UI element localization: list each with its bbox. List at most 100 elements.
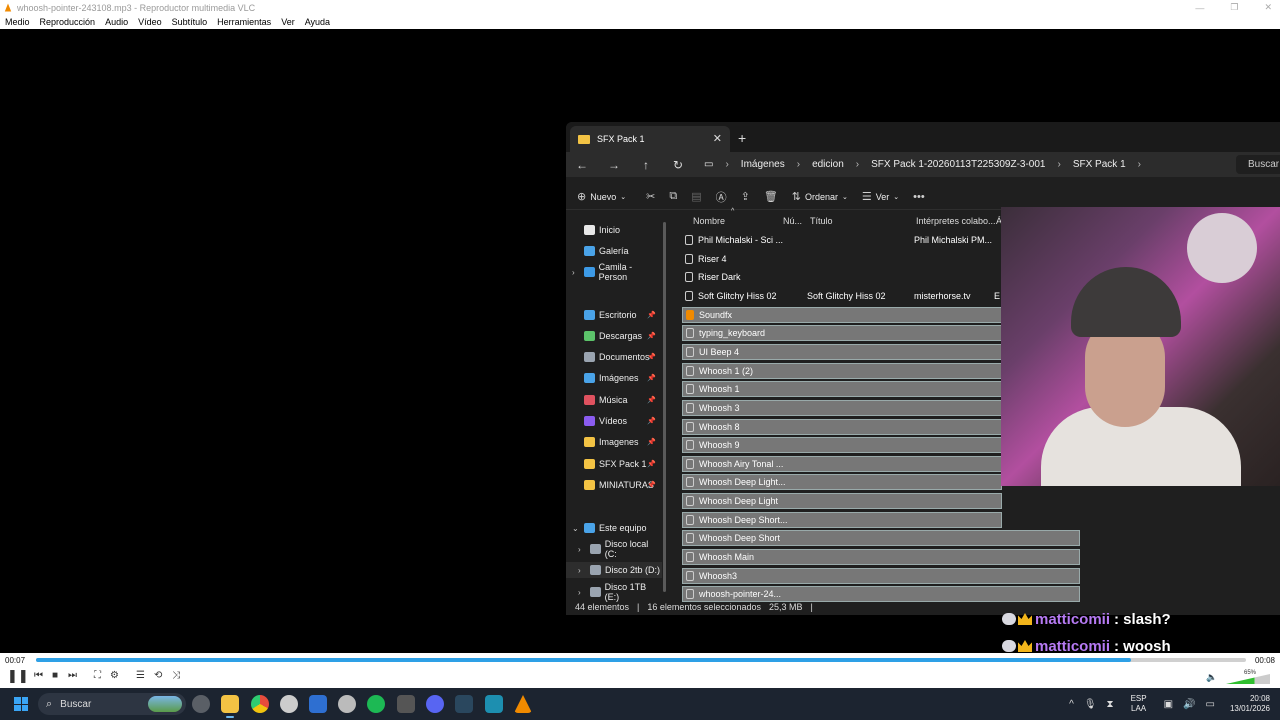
sidebar-item[interactable]: › Disco 1TB (E:)	[566, 582, 662, 602]
chrome-icon[interactable]	[251, 695, 269, 713]
breadcrumb-item[interactable]: SFX Pack 1-20260113T225309Z-3-001	[871, 159, 1045, 170]
volume-icon[interactable]: 🔊	[1183, 699, 1195, 710]
seek-bar[interactable]	[36, 658, 1246, 662]
tab-close-icon[interactable]: ✕	[713, 132, 722, 145]
search-input[interactable]: Buscar e	[1236, 155, 1280, 174]
column-header-artists[interactable]: Intérpretes colabo...	[916, 216, 996, 226]
menu-medio[interactable]: Medio	[0, 17, 35, 27]
sidebar-item[interactable]: MINIATURAS 📌	[566, 477, 662, 493]
menu-reproduccion[interactable]: Reproducción	[35, 17, 101, 27]
sidebar-item[interactable]: Descargas 📌	[566, 328, 662, 344]
breadcrumb-item[interactable]: Imágenes	[741, 159, 785, 170]
file-row[interactable]: Whoosh 3	[682, 399, 1002, 416]
refresh-icon[interactable]: ↻	[662, 158, 694, 172]
settings-app-icon[interactable]	[280, 695, 298, 713]
spotify-icon[interactable]	[367, 695, 385, 713]
language-indicator[interactable]: ESP LAA	[1131, 694, 1147, 714]
editor-app-icon[interactable]	[485, 695, 503, 713]
stop-icon[interactable]: ■	[52, 670, 58, 681]
file-row[interactable]: Soundfx	[682, 306, 1002, 323]
sidebar-item[interactable]: Imagenes 📌	[566, 434, 662, 450]
file-row[interactable]: typing_keyboard	[682, 325, 1002, 342]
file-row[interactable]: Whoosh 9	[682, 437, 1002, 454]
speaker-icon[interactable]: 🔈	[1206, 672, 1217, 683]
playlist-icon[interactable]: ☰	[136, 670, 145, 681]
file-row[interactable]: Whoosh 1	[682, 381, 1002, 398]
breadcrumb-item[interactable]: SFX Pack 1	[1073, 159, 1126, 170]
menu-ver[interactable]: Ver	[276, 17, 300, 27]
rename-icon[interactable]: Ⓐ	[716, 189, 727, 205]
menu-ayuda[interactable]: Ayuda	[300, 17, 335, 27]
chevron-right-icon[interactable]: ›	[578, 566, 590, 575]
sidebar-item[interactable]: Escritorio 📌	[566, 307, 662, 323]
new-tab-icon[interactable]: +	[738, 130, 746, 146]
shuffle-icon[interactable]: ⤨	[172, 670, 180, 681]
discord-icon[interactable]	[426, 695, 444, 713]
forward-icon[interactable]: →	[598, 158, 630, 172]
browser-app-icon[interactable]	[309, 695, 327, 713]
chevron-right-icon[interactable]: ›	[572, 268, 584, 277]
battery-icon[interactable]: ▭	[1206, 699, 1215, 710]
menu-video[interactable]: Vídeo	[133, 17, 167, 27]
sidebar-item[interactable]: Música 📌	[566, 392, 662, 408]
menu-herramientas[interactable]: Herramientas	[212, 17, 276, 27]
chevron-up-icon[interactable]: ^	[1069, 699, 1074, 710]
taskbar-search[interactable]: ⌕ Buscar	[38, 693, 186, 715]
sort-button[interactable]: ⇅ Ordenar ⌄	[792, 190, 848, 203]
explorer-tab[interactable]: SFX Pack 1 ✕	[570, 126, 730, 152]
sidebar-item[interactable]: › Disco 2tb (D:)	[566, 562, 662, 578]
chevron-right-icon[interactable]: ›	[578, 588, 590, 597]
file-explorer-app-icon[interactable]	[221, 695, 239, 718]
sidebar-item[interactable]: ⌄ Este equipo	[566, 520, 662, 536]
column-header-number[interactable]: Nú...	[783, 216, 802, 226]
network-icon[interactable]: ▣	[1164, 699, 1173, 710]
microphone-icon[interactable]: 🎙	[1084, 699, 1097, 710]
share-icon[interactable]: ⇪	[741, 190, 750, 203]
chevron-right-icon[interactable]: ›	[578, 545, 590, 554]
file-row[interactable]: Whoosh Airy Tonal ...	[682, 455, 1002, 472]
cut-icon[interactable]: ✂	[646, 190, 655, 203]
next-icon[interactable]: ⏭	[68, 670, 77, 681]
sidebar-item[interactable]: Documentos 📌	[566, 349, 662, 365]
windows-start-icon[interactable]	[14, 697, 28, 711]
file-row[interactable]: Whoosh 8	[682, 418, 1002, 435]
previous-icon[interactable]: ⏮	[34, 670, 43, 681]
more-options-icon[interactable]: •••	[913, 191, 925, 203]
chevron-down-icon[interactable]: ⌄	[572, 524, 584, 533]
close-icon[interactable]: ✕	[1264, 2, 1272, 13]
media-app-icon[interactable]	[397, 695, 415, 713]
back-icon[interactable]: ←	[566, 158, 598, 172]
breadcrumb-item[interactable]: edicion	[812, 159, 844, 170]
file-row[interactable]: UI Beep 4	[682, 343, 1002, 360]
sidebar-item[interactable]: Inicio	[566, 222, 662, 238]
loop-icon[interactable]: ⟲	[154, 670, 162, 681]
file-row[interactable]: Whoosh3	[682, 567, 1080, 584]
volume-control[interactable]: 🔈 65%	[1206, 670, 1274, 684]
file-row[interactable]: Whoosh Main	[682, 549, 1080, 566]
mixer-icon[interactable]: ⧗	[1107, 699, 1114, 710]
menu-subtitulo[interactable]: Subtítulo	[167, 17, 213, 27]
file-row[interactable]: Whoosh 1 (2)	[682, 362, 1002, 379]
file-row[interactable]: Whoosh Deep Short...	[682, 511, 1002, 528]
copy-icon[interactable]: ⧉	[669, 190, 677, 203]
column-header-name[interactable]: Nombre	[693, 216, 725, 226]
fullscreen-icon[interactable]: ⛶	[94, 670, 101, 681]
sidebar-item[interactable]: › Camila - Person	[566, 262, 662, 282]
chevron-right-icon[interactable]: ›	[1138, 159, 1141, 170]
file-row[interactable]: whoosh-pointer-24...	[682, 586, 1080, 603]
sidebar-item[interactable]: Imágenes 📌	[566, 370, 662, 386]
column-header-title[interactable]: Título	[810, 216, 833, 226]
sidebar-item[interactable]: Vídeos 📌	[566, 413, 662, 429]
view-button[interactable]: ☰ Ver ⌄	[862, 190, 899, 203]
vlc-app-icon[interactable]	[514, 695, 532, 713]
sidebar-item[interactable]: Galería	[566, 243, 662, 259]
menu-audio[interactable]: Audio	[100, 17, 133, 27]
paste-icon[interactable]: ▤	[691, 190, 701, 203]
sidebar-item[interactable]: SFX Pack 1 📌	[566, 456, 662, 472]
file-row[interactable]: Whoosh Deep Light	[682, 493, 1002, 510]
up-icon[interactable]: ↑	[630, 158, 662, 172]
pause-icon[interactable]: ❚❚	[7, 668, 29, 684]
steam-helper-icon[interactable]	[192, 695, 210, 713]
extended-settings-icon[interactable]: ⚙	[110, 670, 119, 681]
minimize-icon[interactable]: —	[1195, 3, 1204, 13]
